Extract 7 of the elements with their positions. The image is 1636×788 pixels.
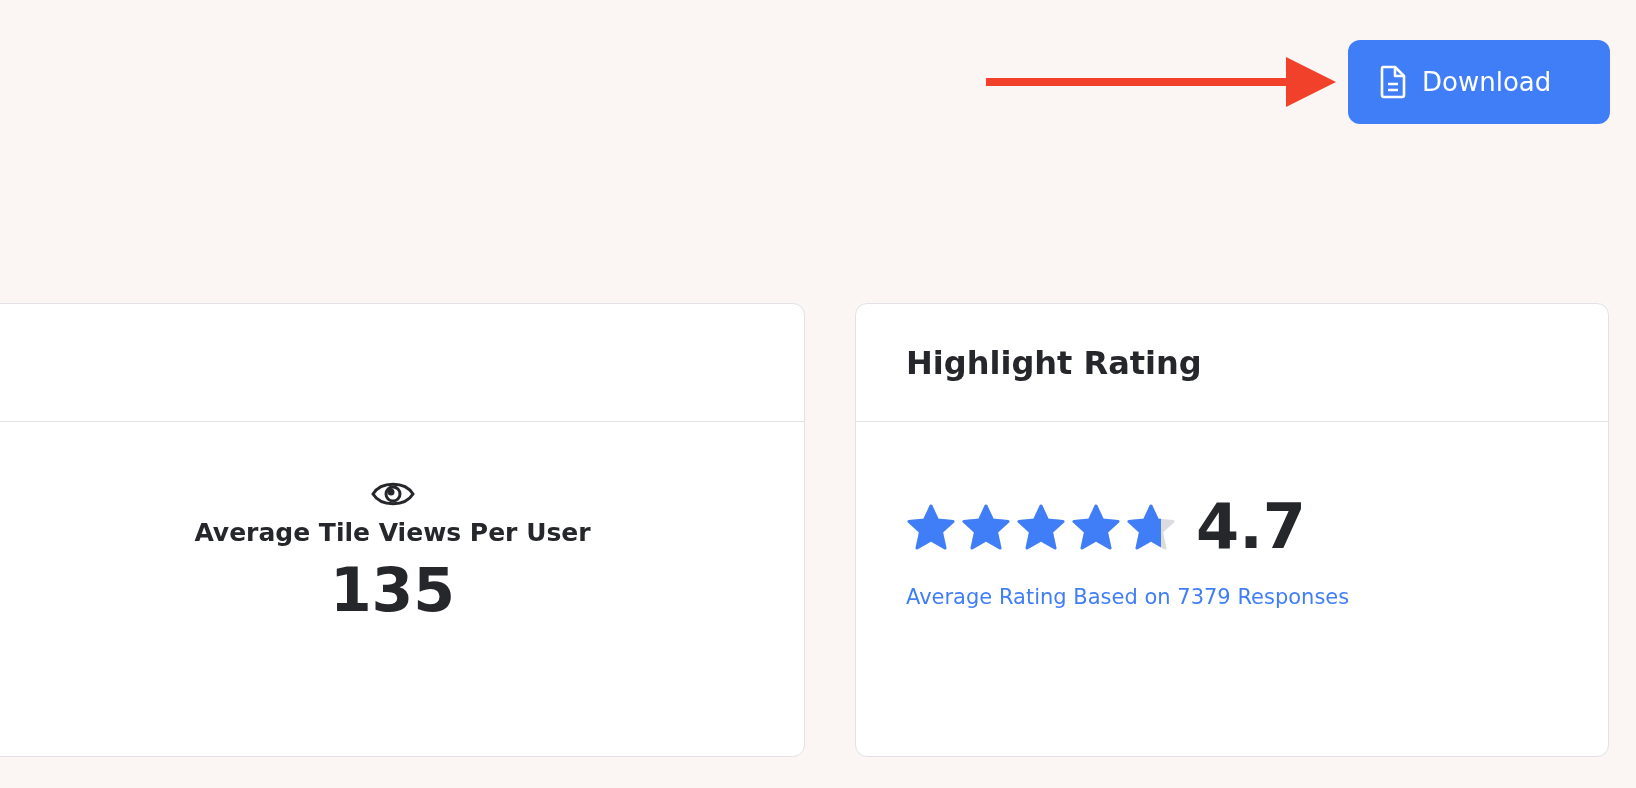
rating-caption: Average Rating Based on 7379 Responses [906,585,1351,609]
stat-label: Average Tile Views Per User [194,518,591,547]
download-button[interactable]: Download [1348,40,1610,124]
document-icon [1380,65,1406,99]
stat-value: 135 [329,555,456,625]
rating-value: 4.7 [1196,490,1306,563]
card-title: Highlight Rating [906,343,1202,382]
